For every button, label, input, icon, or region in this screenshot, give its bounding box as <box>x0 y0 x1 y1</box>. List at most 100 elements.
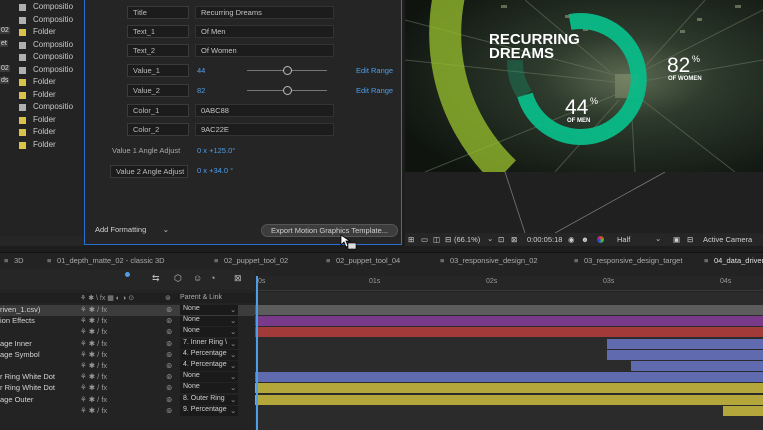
pickwhip-icon[interactable]: ⊚ <box>166 339 172 348</box>
slider-value[interactable]: 82 <box>197 86 205 95</box>
property-value-field[interactable]: Of Women <box>195 44 334 57</box>
layer-row[interactable]: age Symbol ⚘ ✱ / fx ⊚ 4. Percentage ⌄ <box>0 349 255 361</box>
tab-menu-icon[interactable]: ≡ <box>574 256 578 265</box>
chevron-down-icon[interactable]: ⌄ <box>230 350 236 359</box>
fast-preview-icon[interactable]: ▣ <box>673 235 680 244</box>
timeline-tab[interactable]: 03_responsive_design_02 <box>450 256 538 265</box>
transparency-icon[interactable]: ⊠ <box>511 235 517 244</box>
chevron-down-icon[interactable]: ⌄ <box>230 406 236 415</box>
pickwhip-icon[interactable]: ⊚ <box>166 395 172 404</box>
layer-switches[interactable]: ⚘ ✱ / fx <box>80 383 107 392</box>
project-scrollbar[interactable] <box>0 236 84 246</box>
layer-switches[interactable]: ⚘ ✱ / fx <box>80 350 107 359</box>
layer-duration-bar[interactable] <box>723 405 763 416</box>
graph-editor-icon[interactable]: ⊠ <box>234 273 242 284</box>
pickwhip-icon[interactable]: ⊚ <box>166 361 172 370</box>
layer-switches[interactable]: ⚘ ✱ / fx <box>80 316 107 325</box>
layer-switches[interactable]: ⚘ ✱ / fx <box>80 339 107 348</box>
chevron-down-icon[interactable]: ⌄ <box>230 305 236 314</box>
mask-icon[interactable]: ◫ <box>433 235 440 244</box>
pickwhip-icon[interactable]: ⊚ <box>166 327 172 336</box>
project-item[interactable]: 02 Compositio <box>0 64 84 76</box>
tab-menu-icon[interactable]: ≡ <box>326 256 330 265</box>
composition-mini-flowchart-icon[interactable]: ⇆ <box>152 273 160 284</box>
property-value-field[interactable]: 9AC22E <box>195 123 334 136</box>
layer-row[interactable]: ⚘ ✱ / fx ⊚ 4. Percentage ⌄ <box>0 361 255 372</box>
project-item[interactable]: ds Folder <box>0 76 84 88</box>
show-snapshot-icon[interactable]: ☻ <box>581 235 589 244</box>
project-item[interactable]: Compositio <box>0 1 84 13</box>
chevron-down-icon[interactable]: ⌄ <box>230 395 236 404</box>
chevron-down-icon[interactable]: ⌄ <box>230 316 236 325</box>
motion-blur-icon[interactable]: ◔ <box>210 273 215 283</box>
layer-duration-bar[interactable] <box>607 349 763 360</box>
layer-duration-bar[interactable] <box>631 361 763 371</box>
shy-icon[interactable]: ☺ <box>193 273 202 283</box>
timeline-tab[interactable]: 04_data_driven <box>714 256 763 265</box>
project-item[interactable]: Folder <box>0 89 84 101</box>
angle2-value[interactable]: 0 x +34.0 ° <box>197 166 233 175</box>
tab-menu-icon[interactable]: ≡ <box>4 256 8 265</box>
layer-duration-bar[interactable] <box>255 316 763 327</box>
region-icon[interactable]: ⊡ <box>498 235 504 244</box>
layer-row[interactable]: ⚘ ✱ / fx ⊚ 9. Percentage ⌄ <box>0 405 255 417</box>
pickwhip-icon[interactable]: ⊚ <box>166 406 172 415</box>
grid-toggle-icon[interactable]: ⊞ <box>408 235 414 244</box>
layer-switches[interactable]: ⚘ ✱ / fx <box>80 372 107 381</box>
chevron-down-icon[interactable]: ⌄ <box>655 234 661 243</box>
project-item[interactable]: Compositio <box>0 101 84 113</box>
chevron-down-icon[interactable]: ⌄ <box>487 234 493 243</box>
pickwhip-icon[interactable]: ⊚ <box>166 383 172 392</box>
layout-icon[interactable]: ⊟ <box>687 235 693 244</box>
layer-duration-bar[interactable] <box>255 327 763 338</box>
zoom-value[interactable]: (66.1%) <box>454 235 480 244</box>
tab-menu-icon[interactable]: ≡ <box>704 256 708 265</box>
export-mogrt-button[interactable]: Export Motion Graphics Template... <box>261 224 398 237</box>
layer-duration-bar[interactable] <box>255 372 763 383</box>
layer-row[interactable]: riven_1.csv) ⚘ ✱ / fx ⊚ None ⌄ <box>0 305 255 316</box>
timeline-tab[interactable]: 02_puppet_tool_04 <box>336 256 400 265</box>
layer-switches[interactable]: ⚘ ✱ / fx <box>80 406 107 415</box>
timeline-tab[interactable]: 3D <box>14 256 24 265</box>
layer-row[interactable]: age Outer ⚘ ✱ / fx ⊚ 8. Outer Ring ⌄ <box>0 394 255 406</box>
project-item[interactable]: Folder <box>0 139 84 151</box>
layer-duration-bar[interactable] <box>255 383 763 394</box>
layer-row[interactable]: ⚘ ✱ / fx ⊚ None ⌄ <box>0 327 255 338</box>
search-icon[interactable] <box>125 272 130 277</box>
project-item[interactable]: et Compositio <box>0 39 84 51</box>
slider-knob[interactable] <box>283 86 292 95</box>
timecode-display[interactable]: 0:00:05:18 <box>527 235 562 244</box>
layer-switches[interactable]: ⚘ ✱ / fx <box>80 395 107 404</box>
layer-row[interactable]: r Ring White Dot ⚘ ✱ / fx ⊚ None ⌄ <box>0 383 255 394</box>
angle1-value[interactable]: 0 x +125.0° <box>197 146 235 155</box>
tab-menu-icon[interactable]: ≡ <box>440 256 444 265</box>
camera-dropdown[interactable]: Active Camera <box>703 235 752 244</box>
project-item[interactable]: Compositio <box>0 51 84 63</box>
edit-range-link[interactable]: Edit Range <box>356 66 393 75</box>
chevron-down-icon[interactable]: ⌄ <box>230 361 236 370</box>
snapshot-icon[interactable]: ◉ <box>568 235 575 244</box>
layer-row[interactable]: age Inner ⚘ ✱ / fx ⊚ 7. Inner Ring \ ⌄ <box>0 338 255 350</box>
color-channels-icon[interactable] <box>597 236 604 243</box>
pickwhip-icon[interactable]: ⊚ <box>166 372 172 381</box>
tab-menu-icon[interactable]: ≡ <box>214 256 218 265</box>
property-value-field[interactable]: Of Men <box>195 25 334 38</box>
rulers-icon[interactable]: ⊟ <box>445 235 451 244</box>
project-item[interactable]: Folder <box>0 114 84 126</box>
layer-duration-bar[interactable] <box>255 394 763 405</box>
layer-row[interactable]: r Ring White Dot ⚘ ✱ / fx ⊚ None ⌄ <box>0 372 255 383</box>
layer-row[interactable]: ion Effects ⚘ ✱ / fx ⊚ None ⌄ <box>0 316 255 327</box>
layer-duration-bar[interactable] <box>255 305 763 315</box>
project-item[interactable]: Compositio <box>0 14 84 26</box>
chevron-down-icon[interactable]: ⌄ <box>230 339 236 348</box>
chevron-down-icon[interactable]: ⌄ <box>230 383 236 392</box>
project-item[interactable]: 02 Folder <box>0 26 84 38</box>
monitor-icon[interactable]: ▭ <box>421 235 428 244</box>
add-formatting-dropdown[interactable]: Add Formatting ⌄ <box>91 224 173 237</box>
timeline-tab[interactable]: 01_depth_matte_02 - classic 3D <box>57 256 165 265</box>
tab-menu-icon[interactable]: ≡ <box>47 256 51 265</box>
pickwhip-icon[interactable]: ⊚ <box>166 350 172 359</box>
pickwhip-icon[interactable]: ⊚ <box>166 305 172 314</box>
quality-dropdown[interactable]: Half <box>617 235 630 244</box>
layer-switches[interactable]: ⚘ ✱ / fx <box>80 305 107 314</box>
